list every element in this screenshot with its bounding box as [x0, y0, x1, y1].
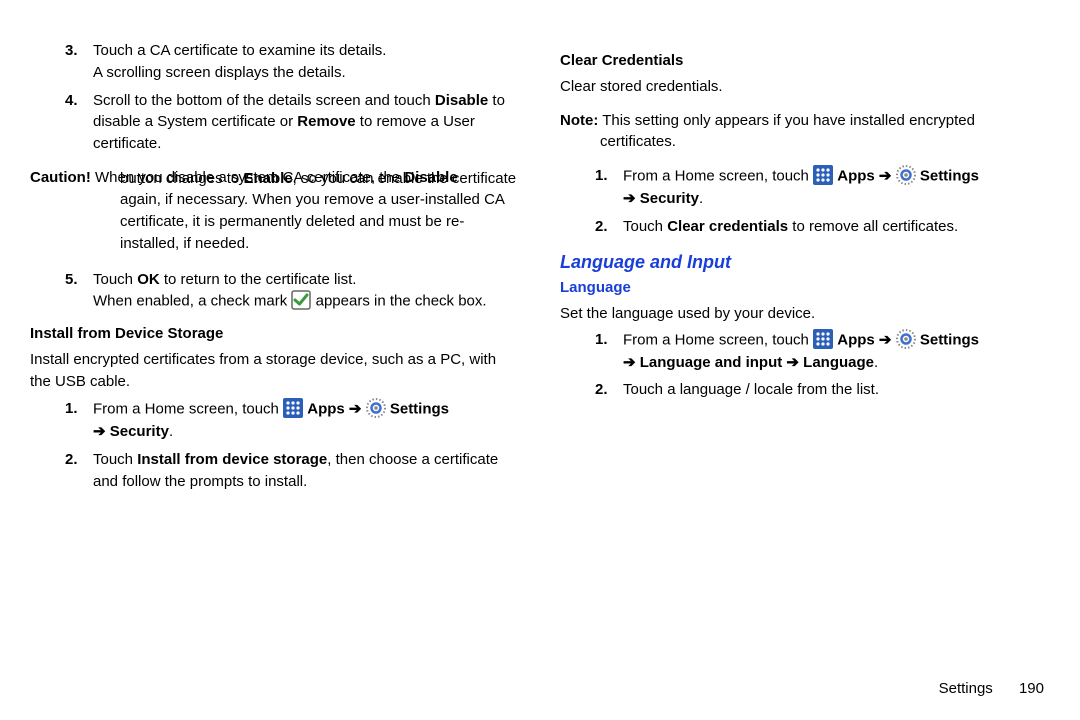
- apps-icon: [813, 165, 833, 188]
- step3-line1: Touch a CA certificate to examine its de…: [93, 42, 386, 59]
- install-title: Install from Device Storage: [30, 323, 520, 345]
- install-step-2: 2. Touch Install from device storage, th…: [30, 449, 520, 493]
- clear-step-1: 1. From a Home screen, touch Apps ➔ Sett…: [560, 165, 1050, 210]
- install-desc: Install encrypted certificates from a st…: [30, 349, 520, 393]
- install-step-1: 1. From a Home screen, touch Apps ➔ Sett…: [30, 398, 520, 443]
- apps-icon: [813, 329, 833, 352]
- clear-desc: Clear stored credentials.: [560, 76, 1050, 98]
- checkmark-icon: [291, 290, 311, 313]
- clear-step-2: 2. Touch Clear credentials to remove all…: [560, 216, 1050, 238]
- subsection-language: Language: [560, 277, 1050, 299]
- settings-icon: [896, 165, 916, 188]
- step-4: 4. Scroll to the bottom of the details s…: [30, 90, 520, 155]
- step-3: 3. Touch a CA certificate to examine its…: [30, 40, 520, 84]
- lang-step-2: 2. Touch a language / locale from the li…: [560, 379, 1050, 401]
- left-column: 3. Touch a CA certificate to examine its…: [30, 40, 520, 502]
- step3-line2: A scrolling screen displays the details.: [93, 64, 346, 81]
- footer-page-number: 190: [1019, 680, 1044, 697]
- clear-title: Clear Credentials: [560, 50, 1050, 72]
- note-block: Note: This setting only appears if you h…: [560, 110, 1050, 154]
- right-column: Clear Credentials Clear stored credentia…: [560, 40, 1050, 502]
- step-5: 5. Touch OK to return to the certificate…: [30, 269, 520, 314]
- settings-icon: [896, 329, 916, 352]
- section-language-input: Language and Input: [560, 249, 1050, 275]
- caution-block: Caution! When you disable a system CA ce…: [30, 167, 520, 255]
- settings-icon: [366, 398, 386, 421]
- page-footer: Settings 190: [939, 678, 1044, 700]
- lang-desc: Set the language used by your device.: [560, 303, 1050, 325]
- footer-section: Settings: [939, 680, 993, 697]
- apps-icon: [283, 398, 303, 421]
- lang-step-1: 1. From a Home screen, touch Apps ➔ Sett…: [560, 329, 1050, 374]
